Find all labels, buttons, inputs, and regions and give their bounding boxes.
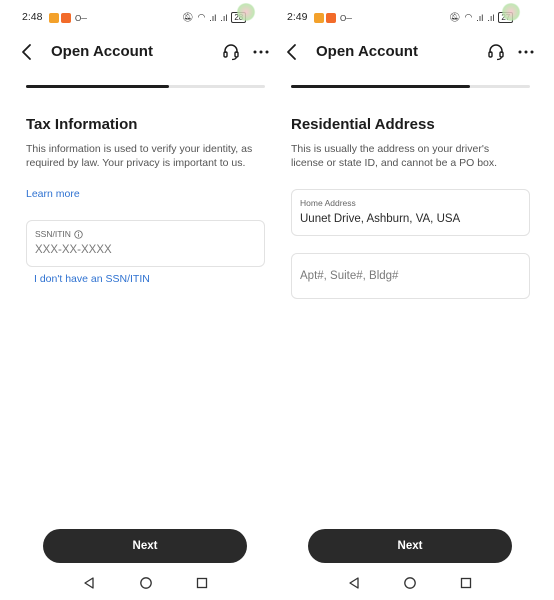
headset-icon[interactable] bbox=[222, 43, 240, 61]
key-icon: O─ bbox=[75, 13, 87, 23]
no-ssn-link[interactable]: I don't have an SSN/ITIN bbox=[34, 273, 150, 285]
notification-icons: O─ bbox=[49, 13, 87, 23]
notification-icons: O─ bbox=[314, 13, 352, 23]
info-icon[interactable] bbox=[74, 229, 83, 239]
progress-fill bbox=[291, 85, 471, 88]
apt-suite-field[interactable]: Apt#, Suite#, Bldg# bbox=[291, 253, 530, 299]
signal-icon: .ıl bbox=[487, 12, 495, 23]
chevron-left-icon[interactable] bbox=[20, 42, 34, 62]
wifi-icon: ◠ bbox=[197, 12, 206, 22]
triangle-back-icon[interactable] bbox=[347, 576, 361, 590]
floating-badge-icon bbox=[236, 3, 256, 21]
section-title: Residential Address bbox=[291, 116, 435, 133]
mute-icon: 🔕︎ bbox=[182, 12, 194, 22]
next-button[interactable]: Next bbox=[308, 529, 512, 563]
section-description: This is usually the address on your driv… bbox=[291, 143, 498, 169]
chevron-left-icon[interactable] bbox=[285, 42, 299, 62]
section-description: This information is used to verify your … bbox=[26, 143, 253, 169]
more-horizontal-icon[interactable] bbox=[252, 43, 270, 61]
ssn-label: SSN/ITIN bbox=[35, 229, 83, 239]
key-icon: O─ bbox=[340, 13, 352, 23]
home-address-field[interactable]: Home Address Uunet Drive, Ashburn, VA, U… bbox=[291, 189, 530, 236]
status-bar: 2:49 O─ 🔕︎ ◠ .ıl .ıl 27 bbox=[277, 3, 554, 27]
floating-badge-icon bbox=[501, 3, 521, 21]
circle-home-icon[interactable] bbox=[403, 576, 417, 590]
tax-information-screen: 2:48 O─ 🔕︎ ◠ .ıl .ıl 28 Open Account Tax… bbox=[0, 0, 277, 600]
more-horizontal-icon[interactable] bbox=[517, 43, 535, 61]
system-nav-bar bbox=[0, 576, 277, 594]
headset-icon[interactable] bbox=[487, 43, 505, 61]
progress-bar bbox=[291, 85, 530, 88]
signal-icon: .ıl bbox=[220, 12, 228, 23]
next-button-label: Next bbox=[132, 540, 158, 552]
apt-suite-placeholder: Apt#, Suite#, Bldg# bbox=[300, 270, 399, 282]
section-title: Tax Information bbox=[26, 116, 138, 133]
ssn-placeholder: XXX-XX-XXXX bbox=[35, 244, 112, 256]
system-nav-bar bbox=[277, 576, 554, 594]
wifi-icon: ◠ bbox=[464, 12, 473, 22]
triangle-back-icon[interactable] bbox=[82, 576, 96, 590]
ssn-field[interactable]: SSN/ITIN XXX-XX-XXXX bbox=[26, 220, 265, 267]
signal-icon: .ıl bbox=[209, 12, 217, 23]
home-address-label: Home Address bbox=[300, 198, 356, 208]
circle-home-icon[interactable] bbox=[139, 576, 153, 590]
home-address-value: Uunet Drive, Ashburn, VA, USA bbox=[300, 213, 461, 225]
app-bar: Open Account bbox=[277, 40, 554, 66]
residential-address-screen: 2:49 O─ 🔕︎ ◠ .ıl .ıl 27 Open Account Res… bbox=[277, 0, 554, 600]
progress-fill bbox=[26, 85, 170, 88]
status-time: 2:48 bbox=[22, 11, 43, 23]
mute-icon: 🔕︎ bbox=[449, 12, 461, 22]
notification-app-icon bbox=[326, 13, 336, 23]
square-recents-icon[interactable] bbox=[195, 576, 209, 590]
next-button-label: Next bbox=[397, 540, 423, 552]
page-title: Open Account bbox=[51, 43, 153, 60]
page-title: Open Account bbox=[316, 43, 418, 60]
signal-icon: .ıl bbox=[476, 12, 484, 23]
notification-app-icon bbox=[49, 13, 59, 23]
status-time: 2:49 bbox=[287, 11, 308, 23]
status-bar: 2:48 O─ 🔕︎ ◠ .ıl .ıl 28 bbox=[0, 3, 277, 27]
notification-app-icon bbox=[61, 13, 71, 23]
notification-app-icon bbox=[314, 13, 324, 23]
app-bar: Open Account bbox=[0, 40, 277, 66]
learn-more-link[interactable]: Learn more bbox=[26, 188, 80, 200]
progress-bar bbox=[26, 85, 265, 88]
next-button[interactable]: Next bbox=[43, 529, 247, 563]
square-recents-icon[interactable] bbox=[459, 576, 473, 590]
